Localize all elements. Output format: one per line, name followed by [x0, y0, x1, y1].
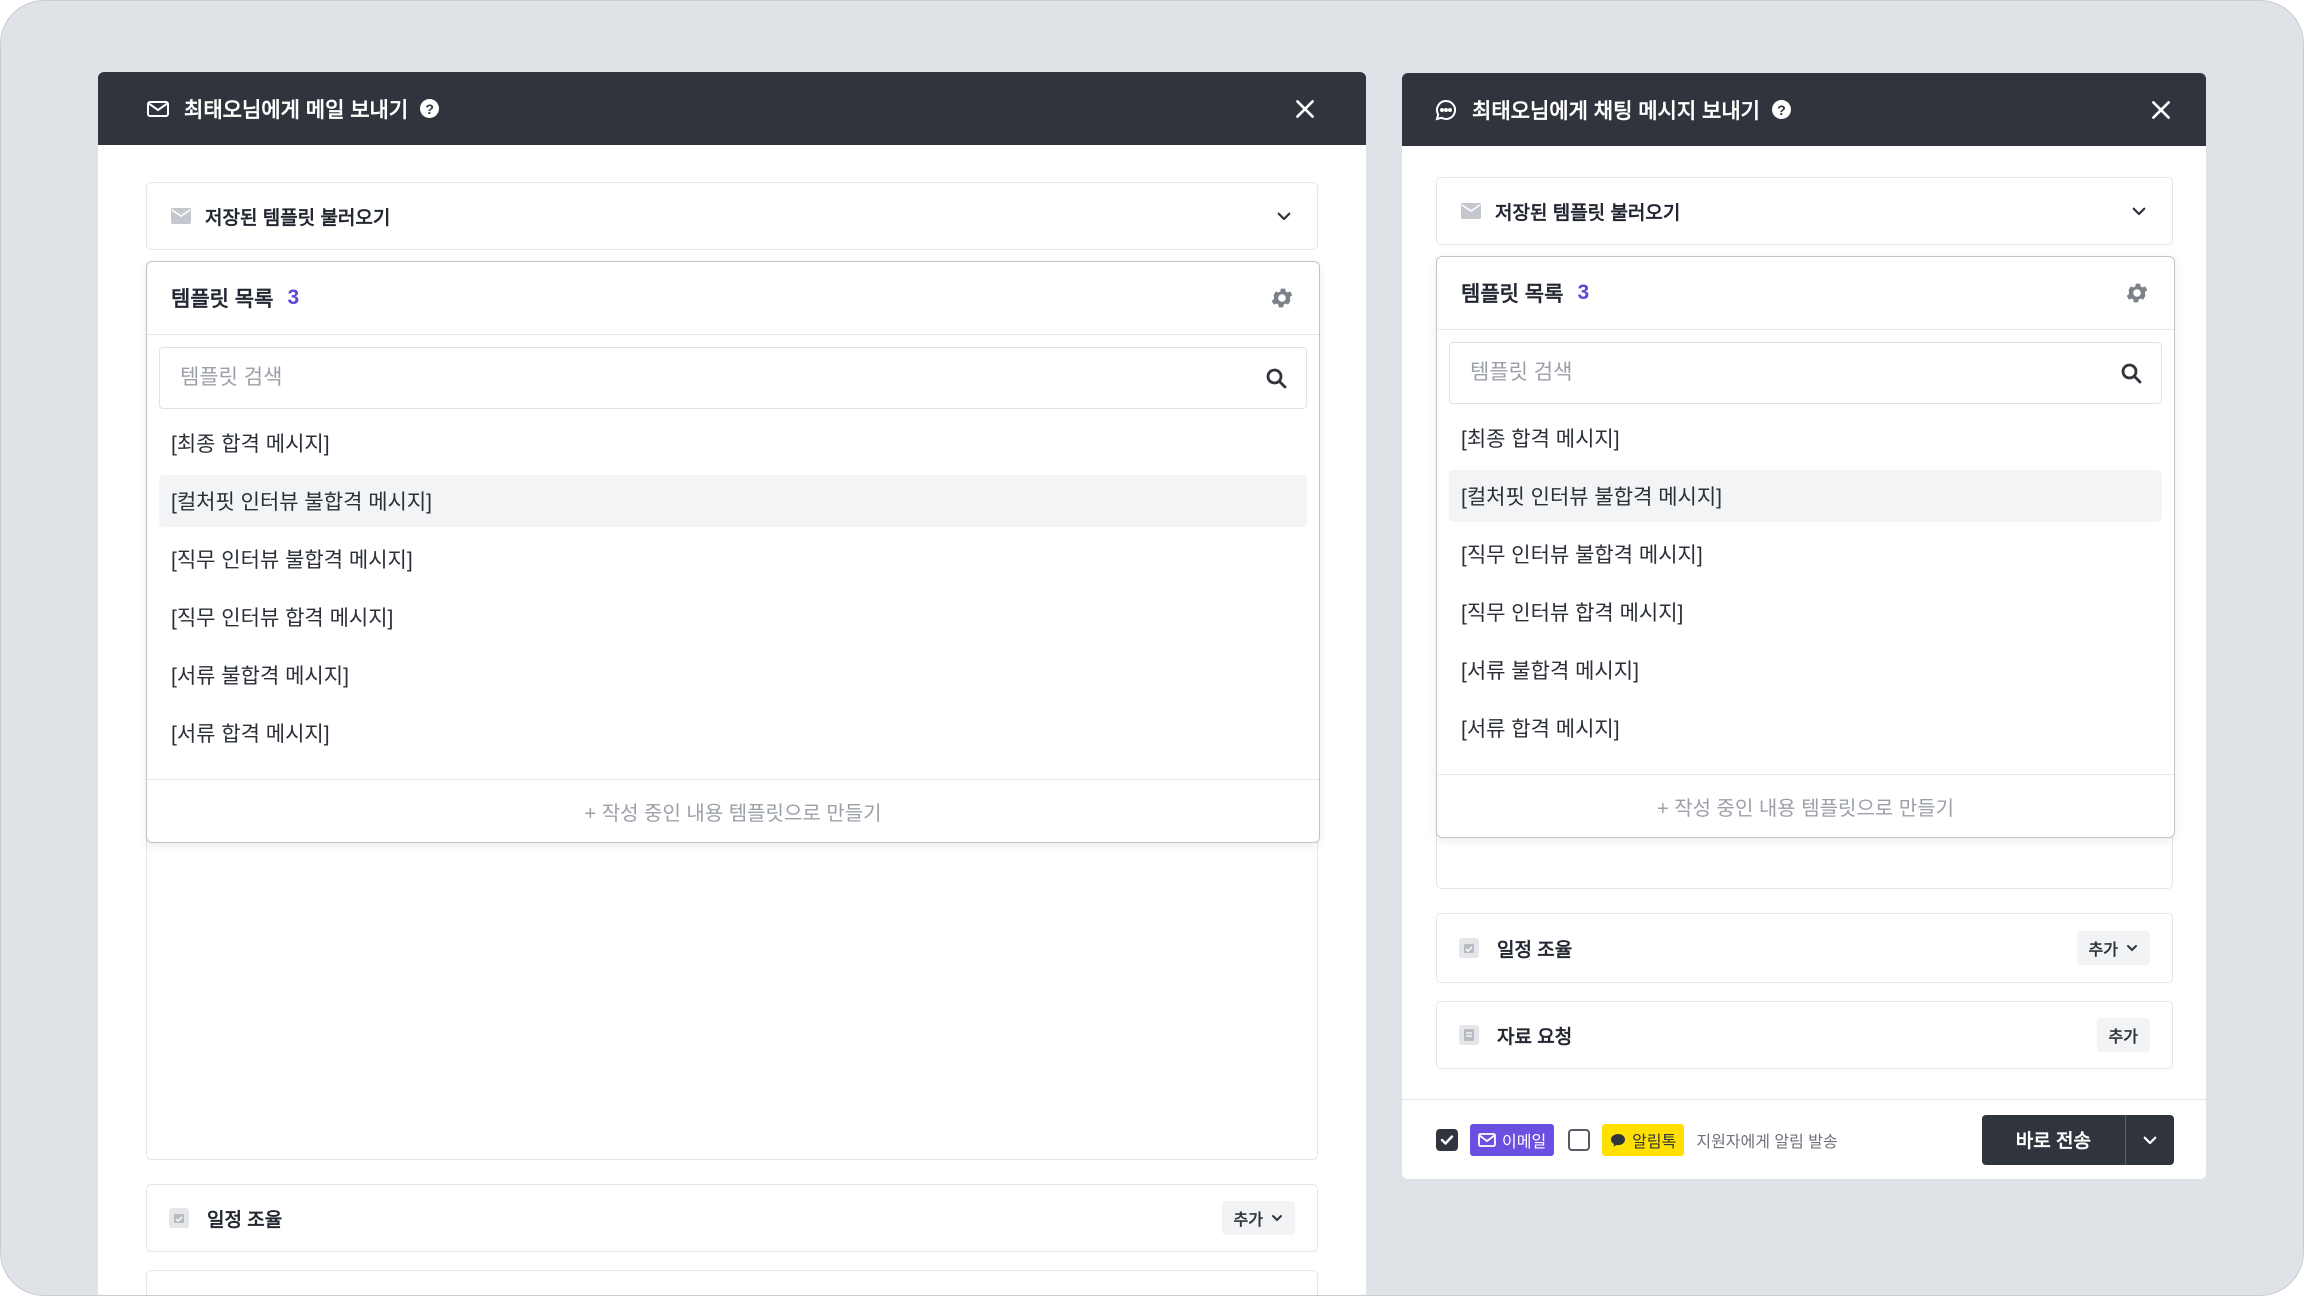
close-icon[interactable] [2148, 97, 2174, 123]
add-label: 추가 [2108, 1029, 2138, 1046]
gear-icon[interactable] [2124, 280, 2150, 306]
document-icon [1459, 1025, 1479, 1045]
calendar-icon [1459, 938, 1479, 958]
create-template-button[interactable]: + 작성 중인 내용 템플릿으로 만들기 [1437, 774, 2174, 837]
email-modal-header: 최태오님에게 메일 보내기 ? [98, 72, 1366, 145]
template-item[interactable]: [서류 불합격 메시지] [1449, 644, 2162, 696]
template-search [159, 347, 1307, 409]
schedule-row: 일정 조율 추가 [1436, 913, 2173, 983]
mail-icon [1478, 1132, 1496, 1147]
chat-bubble-icon [1435, 99, 1457, 120]
template-search [1449, 342, 2162, 404]
template-dropdown: 템플릿 목록 3 [최종 합격 메시지] [컬처핏 인터뷰 불합격 메시지] [… [146, 261, 1320, 843]
create-template-button[interactable]: + 작성 중인 내용 템플릿으로 만들기 [147, 779, 1319, 842]
chevron-down-icon [1277, 212, 1291, 221]
template-item[interactable]: [서류 합격 메시지] [159, 707, 1307, 759]
search-icon[interactable] [2119, 361, 2143, 385]
template-item[interactable]: [직무 인터뷰 합격 메시지] [1449, 586, 2162, 638]
next-row [146, 1270, 1318, 1295]
search-icon[interactable] [1264, 366, 1288, 390]
add-label: 추가 [2088, 942, 2118, 959]
template-item[interactable]: [서류 불합격 메시지] [159, 649, 1307, 701]
help-icon[interactable]: ? [420, 99, 440, 118]
chat-modal-title: 최태오님에게 채팅 메시지 보내기 [1472, 99, 1760, 123]
template-load-label: 저장된 템플릿 불러오기 [205, 207, 391, 229]
email-checkbox[interactable] [1436, 1128, 1458, 1151]
schedule-add-button[interactable]: 추가 [1221, 1201, 1295, 1235]
email-tag-label: 이메일 [1502, 1133, 1547, 1151]
send-options-button[interactable] [2126, 1115, 2174, 1165]
add-label: 추가 [1233, 1212, 1263, 1229]
email-tag: 이메일 [1470, 1123, 1555, 1156]
template-item[interactable]: [최종 합격 메시지] [159, 417, 1307, 469]
check-icon [1440, 1134, 1454, 1145]
document-request-add-button[interactable]: 추가 [2096, 1018, 2150, 1052]
mail-icon [147, 100, 169, 117]
template-list-title: 템플릿 목록 [1461, 283, 1564, 306]
send-button-group: 바로 전송 [1981, 1114, 2174, 1165]
template-item[interactable]: [직무 인터뷰 합격 메시지] [159, 591, 1307, 643]
app-frame: 최태오님에게 메일 보내기 ? 저장된 템플릿 불러오기 일정 조율 추가 템플… [0, 0, 2304, 1296]
chat-modal: 최태오님에게 채팅 메시지 보내기 ? 저장된 템플릿 불러오기 일정 조율 추… [1402, 73, 2206, 1179]
alimtalk-tag: 알림톡 [1602, 1123, 1685, 1156]
email-modal: 최태오님에게 메일 보내기 ? 저장된 템플릿 불러오기 일정 조율 추가 템플… [98, 72, 1366, 1295]
schedule-add-button[interactable]: 추가 [2076, 931, 2150, 965]
send-now-button[interactable]: 바로 전송 [1982, 1115, 2125, 1165]
template-list: [최종 합격 메시지] [컬처핏 인터뷰 불합격 메시지] [직무 인터뷰 불합… [147, 409, 1319, 759]
chat-modal-header: 최태오님에게 채팅 메시지 보내기 ? [1402, 73, 2206, 146]
template-list-title: 템플릿 목록 [171, 288, 274, 311]
template-list-header: 템플릿 목록 3 [147, 262, 1319, 335]
help-icon[interactable]: ? [1771, 100, 1791, 119]
envelope-icon [171, 208, 191, 224]
close-icon[interactable] [1292, 96, 1318, 122]
alimtalk-checkbox[interactable] [1568, 1128, 1591, 1151]
template-dropdown: 템플릿 목록 3 [최종 합격 메시지] [컬처핏 인터뷰 불합격 메시지] [… [1436, 256, 2175, 838]
template-item[interactable]: [컬처핏 인터뷰 불합격 메시지] [1449, 470, 2162, 522]
template-count: 3 [1577, 281, 1590, 304]
template-search-input[interactable] [178, 365, 1264, 391]
document-request-label: 자료 요청 [1497, 1026, 1573, 1048]
alimtalk-tag-label: 알림톡 [1632, 1133, 1677, 1151]
chevron-down-icon [2143, 1136, 2157, 1144]
template-item[interactable]: [직무 인터뷰 불합격 메시지] [1449, 528, 2162, 580]
template-list: [최종 합격 메시지] [컬처핏 인터뷰 불합격 메시지] [직무 인터뷰 불합… [1437, 404, 2174, 754]
envelope-icon [1461, 203, 1481, 219]
template-item[interactable]: [서류 합격 메시지] [1449, 702, 2162, 754]
schedule-label: 일정 조율 [207, 1209, 283, 1231]
template-list-header: 템플릿 목록 3 [1437, 257, 2174, 330]
schedule-label: 일정 조율 [1497, 939, 1573, 961]
send-footer: 이메일 알림톡 지원자에게 알림 발송 바로 전송 [1402, 1099, 2206, 1179]
template-load-select[interactable]: 저장된 템플릿 불러오기 [1436, 177, 2173, 245]
template-load-label: 저장된 템플릿 불러오기 [1495, 202, 1681, 224]
chevron-down-icon [1272, 1215, 1282, 1222]
email-modal-title: 최태오님에게 메일 보내기 [184, 98, 409, 122]
template-load-select[interactable]: 저장된 템플릿 불러오기 [146, 182, 1318, 250]
calendar-icon [169, 1208, 189, 1228]
kakao-bubble-icon [1611, 1133, 1626, 1147]
template-item[interactable]: [컬처핏 인터뷰 불합격 메시지] [159, 475, 1307, 527]
notify-note: 지원자에게 알림 발송 [1696, 1133, 1838, 1151]
gear-icon[interactable] [1269, 285, 1295, 311]
chevron-down-icon [2127, 945, 2137, 952]
document-request-row: 자료 요청 추가 [1436, 1001, 2173, 1069]
template-count: 3 [287, 286, 300, 309]
chevron-down-icon [2132, 207, 2146, 216]
template-search-input[interactable] [1468, 360, 2119, 386]
template-item[interactable]: [최종 합격 메시지] [1449, 412, 2162, 464]
template-item[interactable]: [직무 인터뷰 불합격 메시지] [159, 533, 1307, 585]
schedule-row: 일정 조율 추가 [146, 1184, 1318, 1252]
